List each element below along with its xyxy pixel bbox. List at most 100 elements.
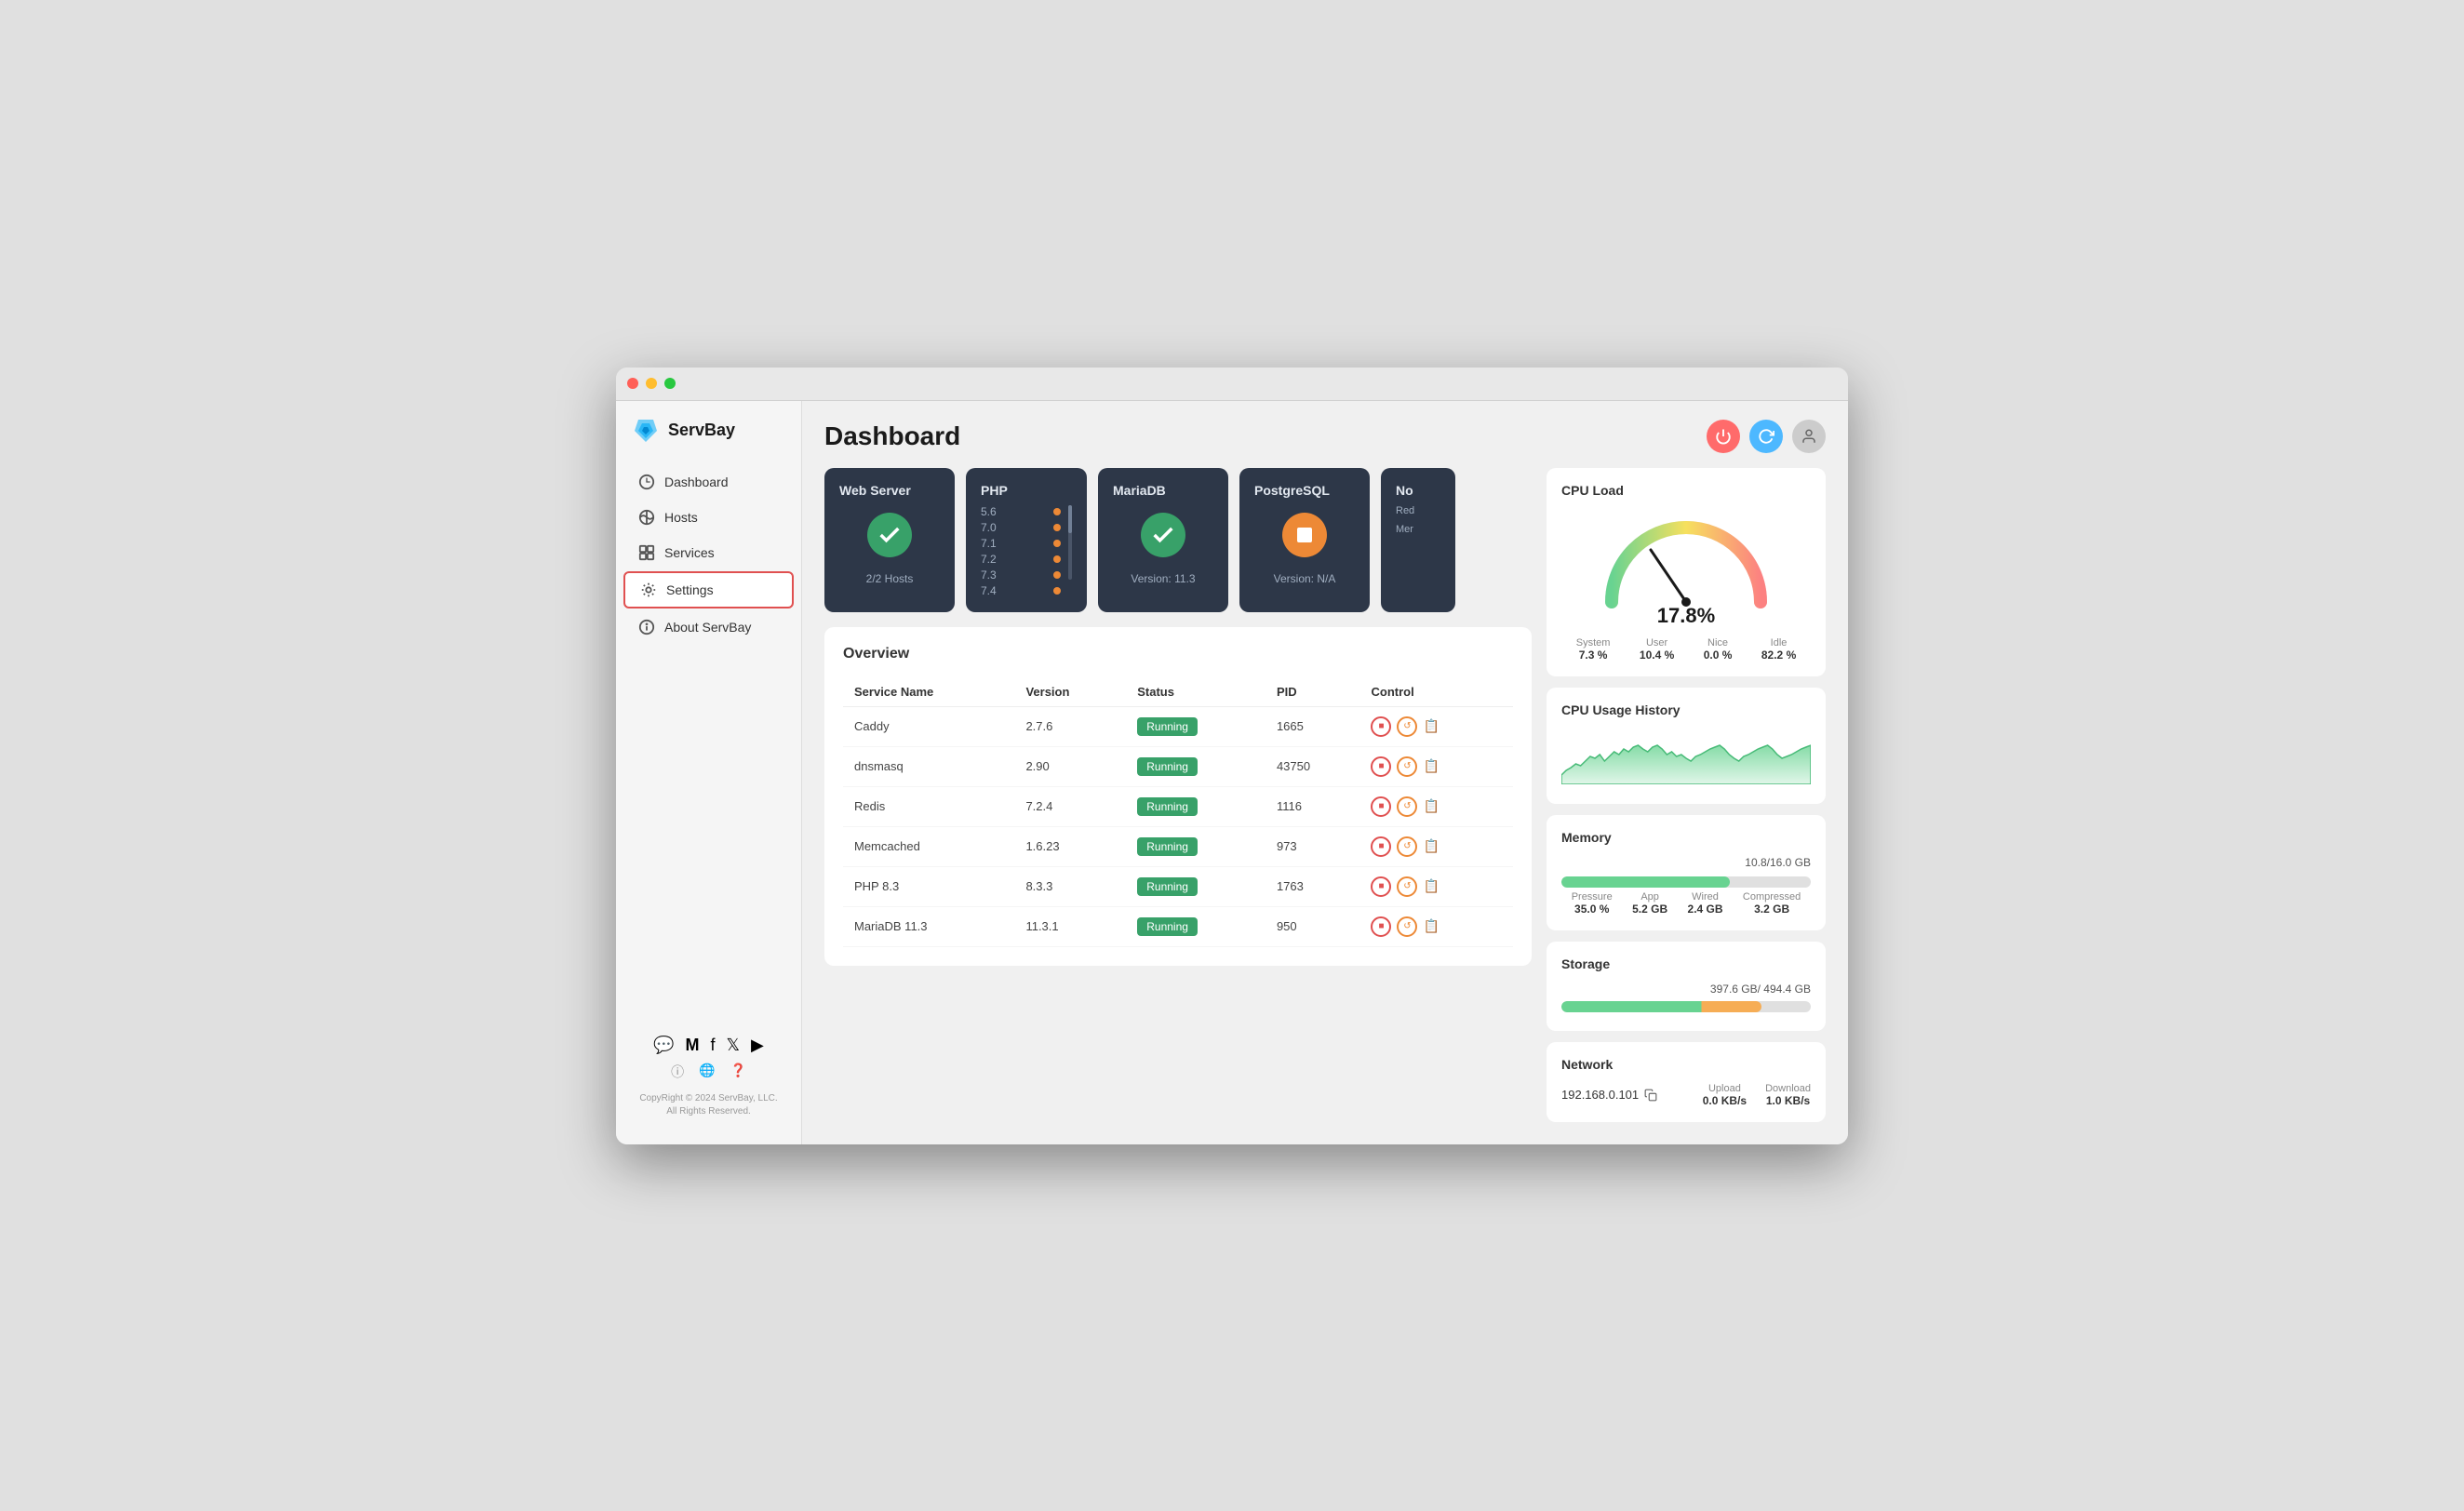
service-pid-cell: 43750 <box>1265 746 1360 786</box>
stop-button[interactable]: ■ <box>1371 796 1391 817</box>
restart-button[interactable]: ↺ <box>1397 756 1417 777</box>
discord-icon[interactable]: 💬 <box>653 1036 674 1055</box>
service-name-cell: Memcached <box>843 826 1014 866</box>
log-button[interactable]: 📋 <box>1423 758 1439 774</box>
mem-stat-compressed: Compressed 3.2 GB <box>1743 891 1801 916</box>
maximize-button[interactable] <box>664 378 676 389</box>
php-dot-71 <box>1053 540 1061 547</box>
service-name-cell: MariaDB 11.3 <box>843 906 1014 946</box>
cpu-gauge-container: 17.8% <box>1561 509 1811 628</box>
refresh-icon <box>1758 428 1774 445</box>
storage-title: Storage <box>1561 956 1811 971</box>
mem-stat-app: App 5.2 GB <box>1632 891 1667 916</box>
sidebar-item-settings[interactable]: Settings <box>623 571 794 608</box>
col-pid: PID <box>1265 677 1360 707</box>
titlebar <box>616 368 1848 401</box>
table-row: Caddy 2.7.6 Running 1665 ■ ↺ 📋 <box>843 706 1513 746</box>
webserver-card: Web Server 2/2 Hosts <box>824 468 955 612</box>
right-panel: CPU Load <box>1547 468 1826 1122</box>
overview-section: Overview Service Name Version Status PID… <box>824 627 1532 966</box>
col-version: Version <box>1014 677 1126 707</box>
service-control-cell: ■ ↺ 📋 <box>1359 746 1513 786</box>
page-title: Dashboard <box>824 421 960 451</box>
stop-button[interactable]: ■ <box>1371 836 1391 857</box>
php-dot-70 <box>1053 524 1061 531</box>
sidebar-item-services[interactable]: Services <box>623 536 794 569</box>
sidebar: ServBay Dashboard Hosts <box>616 401 802 1144</box>
service-pid-cell: 1763 <box>1265 866 1360 906</box>
stop-button[interactable]: ■ <box>1371 756 1391 777</box>
stop-button[interactable]: ■ <box>1371 716 1391 737</box>
copy-icon[interactable] <box>1644 1089 1657 1102</box>
php-dot-74 <box>1053 587 1061 595</box>
log-button[interactable]: 📋 <box>1423 918 1439 934</box>
sidebar-settings-label: Settings <box>666 582 714 597</box>
twitter-icon[interactable]: 𝕏 <box>727 1036 741 1055</box>
info-link-icon[interactable]: ⓘ <box>671 1063 684 1081</box>
service-version-cell: 8.3.3 <box>1014 866 1126 906</box>
net-upload: Upload 0.0 KB/s <box>1703 1083 1747 1107</box>
power-button[interactable] <box>1707 420 1740 453</box>
globe-link-icon[interactable]: 🌐 <box>699 1063 715 1081</box>
sidebar-logo-text: ServBay <box>668 421 735 440</box>
restart-button[interactable]: ↺ <box>1397 876 1417 897</box>
facebook-icon[interactable]: f <box>711 1036 716 1055</box>
php-dot-56 <box>1053 508 1061 515</box>
sidebar-logo: ServBay <box>616 416 801 464</box>
cpu-stats: System 7.3 % User 10.4 % Nice 0.0 % <box>1561 637 1811 662</box>
cpu-history-card: CPU Usage History <box>1547 688 1826 804</box>
storage-bar-container <box>1561 1001 1811 1012</box>
sidebar-item-dashboard[interactable]: Dashboard <box>623 465 794 499</box>
log-button[interactable]: 📋 <box>1423 798 1439 814</box>
log-button[interactable]: 📋 <box>1423 838 1439 854</box>
service-version-cell: 11.3.1 <box>1014 906 1126 946</box>
header-actions <box>1707 420 1826 453</box>
table-row: Memcached 1.6.23 Running 973 ■ ↺ 📋 <box>843 826 1513 866</box>
log-button[interactable]: 📋 <box>1423 878 1439 894</box>
main-body: Web Server 2/2 Hosts PHP <box>802 468 1848 1144</box>
storage-card: Storage 397.6 GB/ 494.4 GB <box>1547 942 1826 1031</box>
stop-button[interactable]: ■ <box>1371 876 1391 897</box>
sidebar-item-about[interactable]: About ServBay <box>623 610 794 644</box>
stop-button[interactable]: ■ <box>1371 916 1391 937</box>
sidebar-copyright: CopyRight © 2024 ServBay, LLC. All Right… <box>616 1089 801 1130</box>
restart-button[interactable]: ↺ <box>1397 836 1417 857</box>
refresh-button[interactable] <box>1749 420 1783 453</box>
restart-button[interactable]: ↺ <box>1397 796 1417 817</box>
mariadb-sub: Version: 11.3 <box>1131 572 1195 585</box>
medium-icon[interactable]: M <box>686 1036 700 1055</box>
status-badge: Running <box>1137 877 1198 896</box>
user-icon <box>1801 428 1817 445</box>
log-button[interactable]: 📋 <box>1423 718 1439 734</box>
status-badge: Running <box>1137 837 1198 856</box>
cpu-history-chart <box>1561 729 1811 784</box>
sidebar-item-hosts[interactable]: Hosts <box>623 501 794 534</box>
php-dot-73 <box>1053 571 1061 579</box>
upload-value: 0.0 KB/s <box>1703 1094 1747 1107</box>
no-card: No Red Mer <box>1381 468 1455 612</box>
mem-stat-wired: Wired 2.4 GB <box>1688 891 1723 916</box>
services-table: Service Name Version Status PID Control … <box>843 677 1513 947</box>
service-status-cell: Running <box>1126 706 1265 746</box>
user-button[interactable] <box>1792 420 1826 453</box>
service-pid-cell: 1665 <box>1265 706 1360 746</box>
sidebar-about-label: About ServBay <box>664 620 751 635</box>
sidebar-bottom-links: ⓘ 🌐 ❓ <box>616 1059 801 1089</box>
restart-button[interactable]: ↺ <box>1397 716 1417 737</box>
no-sub1: Red <box>1396 505 1414 516</box>
service-version-cell: 2.7.6 <box>1014 706 1126 746</box>
close-button[interactable] <box>627 378 638 389</box>
minimize-button[interactable] <box>646 378 657 389</box>
restart-button[interactable]: ↺ <box>1397 916 1417 937</box>
sidebar-hosts-label: Hosts <box>664 510 698 525</box>
sidebar-dashboard-label: Dashboard <box>664 475 729 489</box>
youtube-icon[interactable]: ▶ <box>751 1036 764 1055</box>
hosts-icon <box>638 509 655 526</box>
php-version-70: 7.0 <box>981 521 1061 534</box>
col-service-name: Service Name <box>843 677 1014 707</box>
content-area: Web Server 2/2 Hosts PHP <box>824 468 1547 1122</box>
cpu-stat-user: User 10.4 % <box>1640 637 1674 662</box>
service-status-cell: Running <box>1126 866 1265 906</box>
help-link-icon[interactable]: ❓ <box>730 1063 746 1081</box>
control-buttons: ■ ↺ 📋 <box>1371 876 1502 897</box>
